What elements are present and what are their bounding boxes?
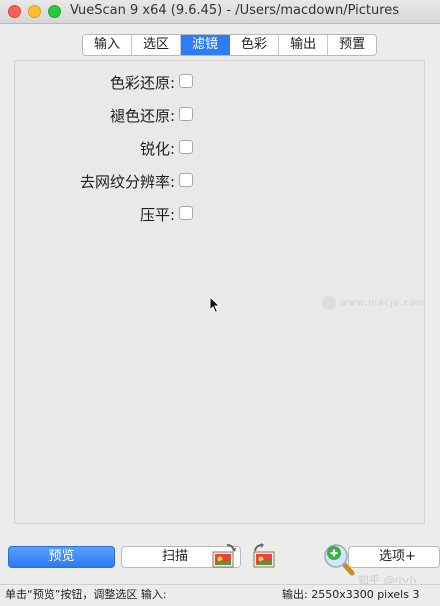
sharpen-label: 锐化: [139,140,175,158]
flatten-checkbox[interactable] [179,206,193,220]
watermark: www.macjo.com [322,296,426,310]
flatten-label: 压平: [139,206,175,224]
tab-bar: 输入 选区 滤镜 色彩 输出 预置 [82,34,378,56]
tab-prefs[interactable]: 预置 [328,35,377,55]
descreen-resolution-checkbox[interactable] [179,173,193,187]
status-bar: 单击“预览”按钮，调整选区 输入: 输出: 2550x3300 pixels 3 [0,584,440,606]
restore-fading-label: 褪色还原: [109,107,175,125]
preview-button[interactable]: 预览 [8,546,115,568]
sharpen-checkbox[interactable] [179,140,193,154]
scan-button-label: 扫描 [162,549,189,564]
tab-filter[interactable]: 滤镜 [181,35,231,55]
filter-panel: 色彩还原: 褪色还原: 锐化: 去网纹分辨率: 压平: [14,60,425,524]
tab-crop[interactable]: 选区 [132,35,182,55]
mouse-cursor-icon [209,296,221,314]
restore-fading-checkbox[interactable] [179,107,193,121]
photo-scan-icon [253,543,275,568]
watermark-text: www.macjo.com [340,298,427,309]
title-bar: VueScan 9 x64 (9.6.45) - /Users/macdown/… [0,0,440,24]
status-output: 输出: 2550x3300 pixels 3 [282,588,420,601]
window-title: VueScan 9 x64 (9.6.45) - /Users/macdown/… [70,3,400,18]
tab-input[interactable]: 输入 [83,35,133,55]
minimize-icon[interactable] [28,5,41,18]
tab-output[interactable]: 输出 [279,35,329,55]
watermark-logo-icon [322,296,336,310]
descreen-resolution-label: 去网纹分辨率: [79,173,175,191]
options-button-label: 选项+ [379,549,416,564]
tab-color[interactable]: 色彩 [230,35,280,55]
close-icon[interactable] [8,5,21,18]
photo-scan-icon [212,544,236,568]
restore-colors-checkbox[interactable] [179,74,193,88]
restore-colors-label: 色彩还原: [109,74,175,92]
status-hint: 单击“预览”按钮，调整选区 输入: [5,588,167,601]
maximize-icon[interactable] [48,5,61,18]
options-button[interactable]: 选项+ [348,546,440,568]
